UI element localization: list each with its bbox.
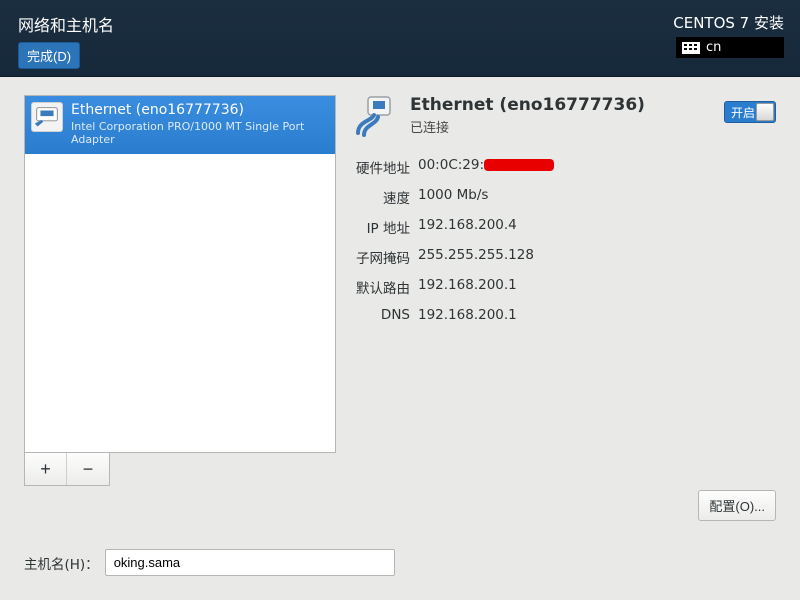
keyboard-icon [682, 42, 700, 54]
remove-interface-button[interactable]: − [67, 453, 109, 485]
done-button[interactable]: 完成(D) [18, 42, 80, 69]
redacted-mac [484, 159, 554, 171]
list-actions: + − [24, 453, 110, 486]
header-right: CENTOS 7 安装 cn [673, 8, 784, 68]
lang-code: cn [706, 40, 721, 55]
speed-label: 速度 [354, 187, 410, 207]
header-left: 网络和主机名 完成(D) [18, 8, 114, 68]
mask-value: 255.255.255.128 [418, 247, 534, 267]
page-title: 网络和主机名 [18, 8, 114, 36]
hw-value: 00:0C:29: [418, 157, 554, 177]
detail-mask: 子网掩码 255.255.255.128 [354, 247, 776, 267]
interface-list[interactable]: Ethernet (eno16777736) Intel Corporation… [24, 95, 336, 453]
detail-ip: IP 地址 192.168.200.4 [354, 217, 776, 237]
toggle-knob [756, 103, 774, 121]
keyboard-layout-indicator[interactable]: cn [676, 37, 784, 58]
interface-description: Intel Corporation PRO/1000 MT Single Por… [71, 120, 325, 146]
header: 网络和主机名 完成(D) CENTOS 7 安装 cn [0, 0, 800, 77]
mask-label: 子网掩码 [354, 247, 410, 267]
interface-item[interactable]: Ethernet (eno16777736) Intel Corporation… [25, 96, 335, 154]
add-interface-button[interactable]: + [25, 453, 67, 485]
hostname-input[interactable] [105, 549, 395, 576]
gw-value: 192.168.200.1 [418, 277, 517, 297]
connection-status: 已连接 [410, 117, 645, 136]
details-header: Ethernet (eno16777736) 已连接 开启 [354, 95, 776, 139]
detail-hw: 硬件地址 00:0C:29: [354, 157, 776, 177]
interface-name: Ethernet (eno16777736) [71, 102, 325, 118]
installer-title: CENTOS 7 安装 [673, 12, 784, 33]
dns-value: 192.168.200.1 [418, 307, 517, 323]
ip-value: 192.168.200.4 [418, 217, 517, 237]
configure-button[interactable]: 配置(O)... [698, 490, 776, 521]
hw-label: 硬件地址 [354, 157, 410, 177]
network-details: 硬件地址 00:0C:29: 速度 1000 Mb/s IP 地址 192.16… [354, 157, 776, 323]
interface-title: Ethernet (eno16777736) [410, 95, 645, 115]
dns-label: DNS [354, 307, 410, 323]
main-row: Ethernet (eno16777736) Intel Corporation… [24, 95, 776, 486]
ethernet-icon [354, 95, 398, 139]
content: Ethernet (eno16777736) Intel Corporation… [0, 77, 800, 600]
gw-label: 默认路由 [354, 277, 410, 297]
interface-panel: Ethernet (eno16777736) Intel Corporation… [24, 95, 336, 486]
speed-value: 1000 Mb/s [418, 187, 488, 207]
interface-details-panel: Ethernet (eno16777736) 已连接 开启 硬件地址 00:0C… [354, 95, 776, 486]
detail-gateway: 默认路由 192.168.200.1 [354, 277, 776, 297]
ip-label: IP 地址 [354, 217, 410, 237]
config-row: 配置(O)... [24, 490, 776, 521]
connection-toggle[interactable]: 开启 [724, 101, 776, 123]
nic-icon [31, 102, 63, 132]
hostname-row: 主机名(H)： [24, 549, 776, 576]
detail-dns: DNS 192.168.200.1 [354, 307, 776, 323]
hostname-label: 主机名(H)： [24, 553, 99, 573]
detail-speed: 速度 1000 Mb/s [354, 187, 776, 207]
toggle-label: 开启 [731, 104, 755, 121]
toggle-wrap: 开启 [724, 101, 776, 123]
